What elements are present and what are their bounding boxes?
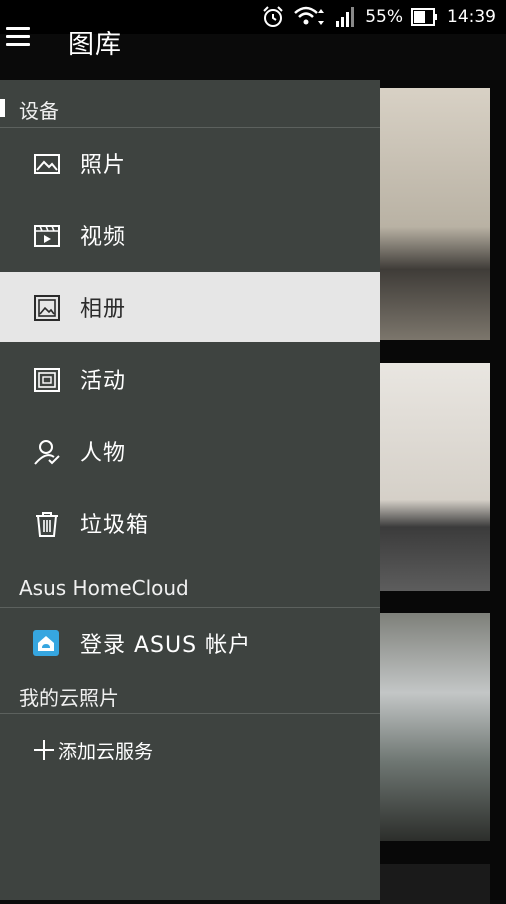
drawer-item-photos[interactable]: 照片 bbox=[0, 128, 380, 198]
section-header-cloud-photos: 我的云照片 bbox=[19, 686, 119, 710]
add-cloud-service-button[interactable]: 添加云服务 bbox=[34, 735, 153, 765]
album-icon bbox=[34, 295, 60, 321]
photo-thumbnail[interactable] bbox=[380, 88, 490, 340]
app-bar: 图库 bbox=[0, 27, 506, 80]
status-icons: 55% 14:39 bbox=[261, 0, 496, 34]
battery-icon bbox=[411, 8, 437, 26]
add-cloud-label: 添加云服务 bbox=[58, 740, 154, 763]
photo-icon bbox=[34, 154, 60, 174]
drawer-item-events[interactable]: 活动 bbox=[0, 344, 380, 414]
hamburger-menu-icon[interactable] bbox=[6, 27, 32, 53]
drawer-item-label: 视频 bbox=[80, 225, 127, 250]
clock: 14:39 bbox=[447, 7, 496, 27]
photo-thumbnail[interactable] bbox=[380, 363, 490, 591]
login-label: 登录 ASUS 帐户 bbox=[80, 633, 252, 658]
drawer-item-people[interactable]: 人物 bbox=[0, 416, 380, 486]
photo-thumbnail[interactable] bbox=[380, 613, 490, 841]
drawer-item-label: 人物 bbox=[80, 441, 127, 466]
event-icon bbox=[34, 368, 60, 392]
plus-icon bbox=[34, 740, 54, 760]
wifi-icon bbox=[294, 6, 325, 25]
section-marker bbox=[0, 99, 5, 117]
login-asus-account-button[interactable]: 登录 ASUS 帐户 bbox=[0, 608, 380, 678]
navigation-drawer: 设备 照片 视频 相册 活动 人物 垃圾箱 Asus HomeCloud 登录 … bbox=[0, 80, 380, 900]
signal-icon bbox=[336, 7, 355, 27]
drawer-item-trash[interactable]: 垃圾箱 bbox=[0, 488, 380, 558]
person-icon bbox=[34, 440, 60, 465]
divider bbox=[0, 713, 380, 714]
gallery-background bbox=[380, 80, 506, 904]
drawer-item-albums[interactable]: 相册 bbox=[0, 272, 380, 342]
app-title: 图库 bbox=[68, 30, 123, 60]
drawer-item-label: 相册 bbox=[80, 297, 127, 322]
section-header-device: 设备 bbox=[19, 99, 59, 123]
drawer-item-label: 垃圾箱 bbox=[80, 513, 150, 538]
battery-percent: 55% bbox=[365, 7, 403, 27]
drawer-item-label: 活动 bbox=[80, 369, 127, 394]
section-header-homecloud: Asus HomeCloud bbox=[19, 576, 189, 600]
trash-icon bbox=[36, 512, 58, 537]
drawer-item-videos[interactable]: 视频 bbox=[0, 200, 380, 270]
photo-thumbnail[interactable] bbox=[380, 864, 490, 904]
video-icon bbox=[34, 225, 60, 247]
drawer-item-label: 照片 bbox=[80, 153, 127, 178]
alarm-icon bbox=[263, 6, 283, 27]
homecloud-icon bbox=[33, 630, 59, 656]
